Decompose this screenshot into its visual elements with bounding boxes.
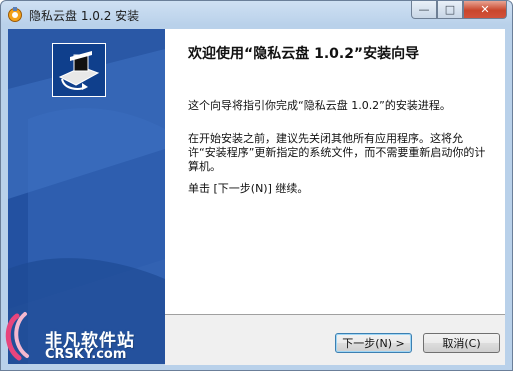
installer-window: 隐私云盘 1.0.2 安装 — □ ✕ 欢迎使用“隐私云盘 1.0.2”安装向导…	[0, 0, 513, 371]
minimize-button[interactable]: —	[411, 1, 437, 19]
close-button[interactable]: ✕	[463, 1, 507, 19]
watermark-domain: CRSKY.com	[45, 347, 127, 362]
continue-hint: 单击 [下一步(N)] 继续。	[188, 182, 309, 195]
app-icon	[8, 7, 22, 22]
button-bar: 下一步(N) > 取消(C)	[165, 314, 505, 365]
cancel-button[interactable]: 取消(C)	[423, 333, 500, 353]
next-button[interactable]: 下一步(N) >	[335, 333, 412, 353]
recommendation-paragraph: 在开始安装之前，建议先关闭其他所有应用程序。这将允许“安装程序”更新指定的系统文…	[188, 132, 486, 173]
window-controls: — □ ✕	[411, 1, 507, 21]
installer-icon	[52, 43, 106, 97]
welcome-heading: 欢迎使用“隐私云盘 1.0.2”安装向导	[188, 46, 420, 62]
maximize-button[interactable]: □	[437, 1, 463, 19]
intro-paragraph: 这个向导将指引你完成“隐私云盘 1.0.2”的安装进程。	[188, 99, 451, 112]
window-title: 隐私云盘 1.0.2 安装	[29, 9, 140, 23]
title-bar[interactable]: 隐私云盘 1.0.2 安装 — □ ✕	[1, 1, 512, 29]
wizard-content: 欢迎使用“隐私云盘 1.0.2”安装向导 这个向导将指引你完成“隐私云盘 1.0…	[165, 29, 505, 314]
